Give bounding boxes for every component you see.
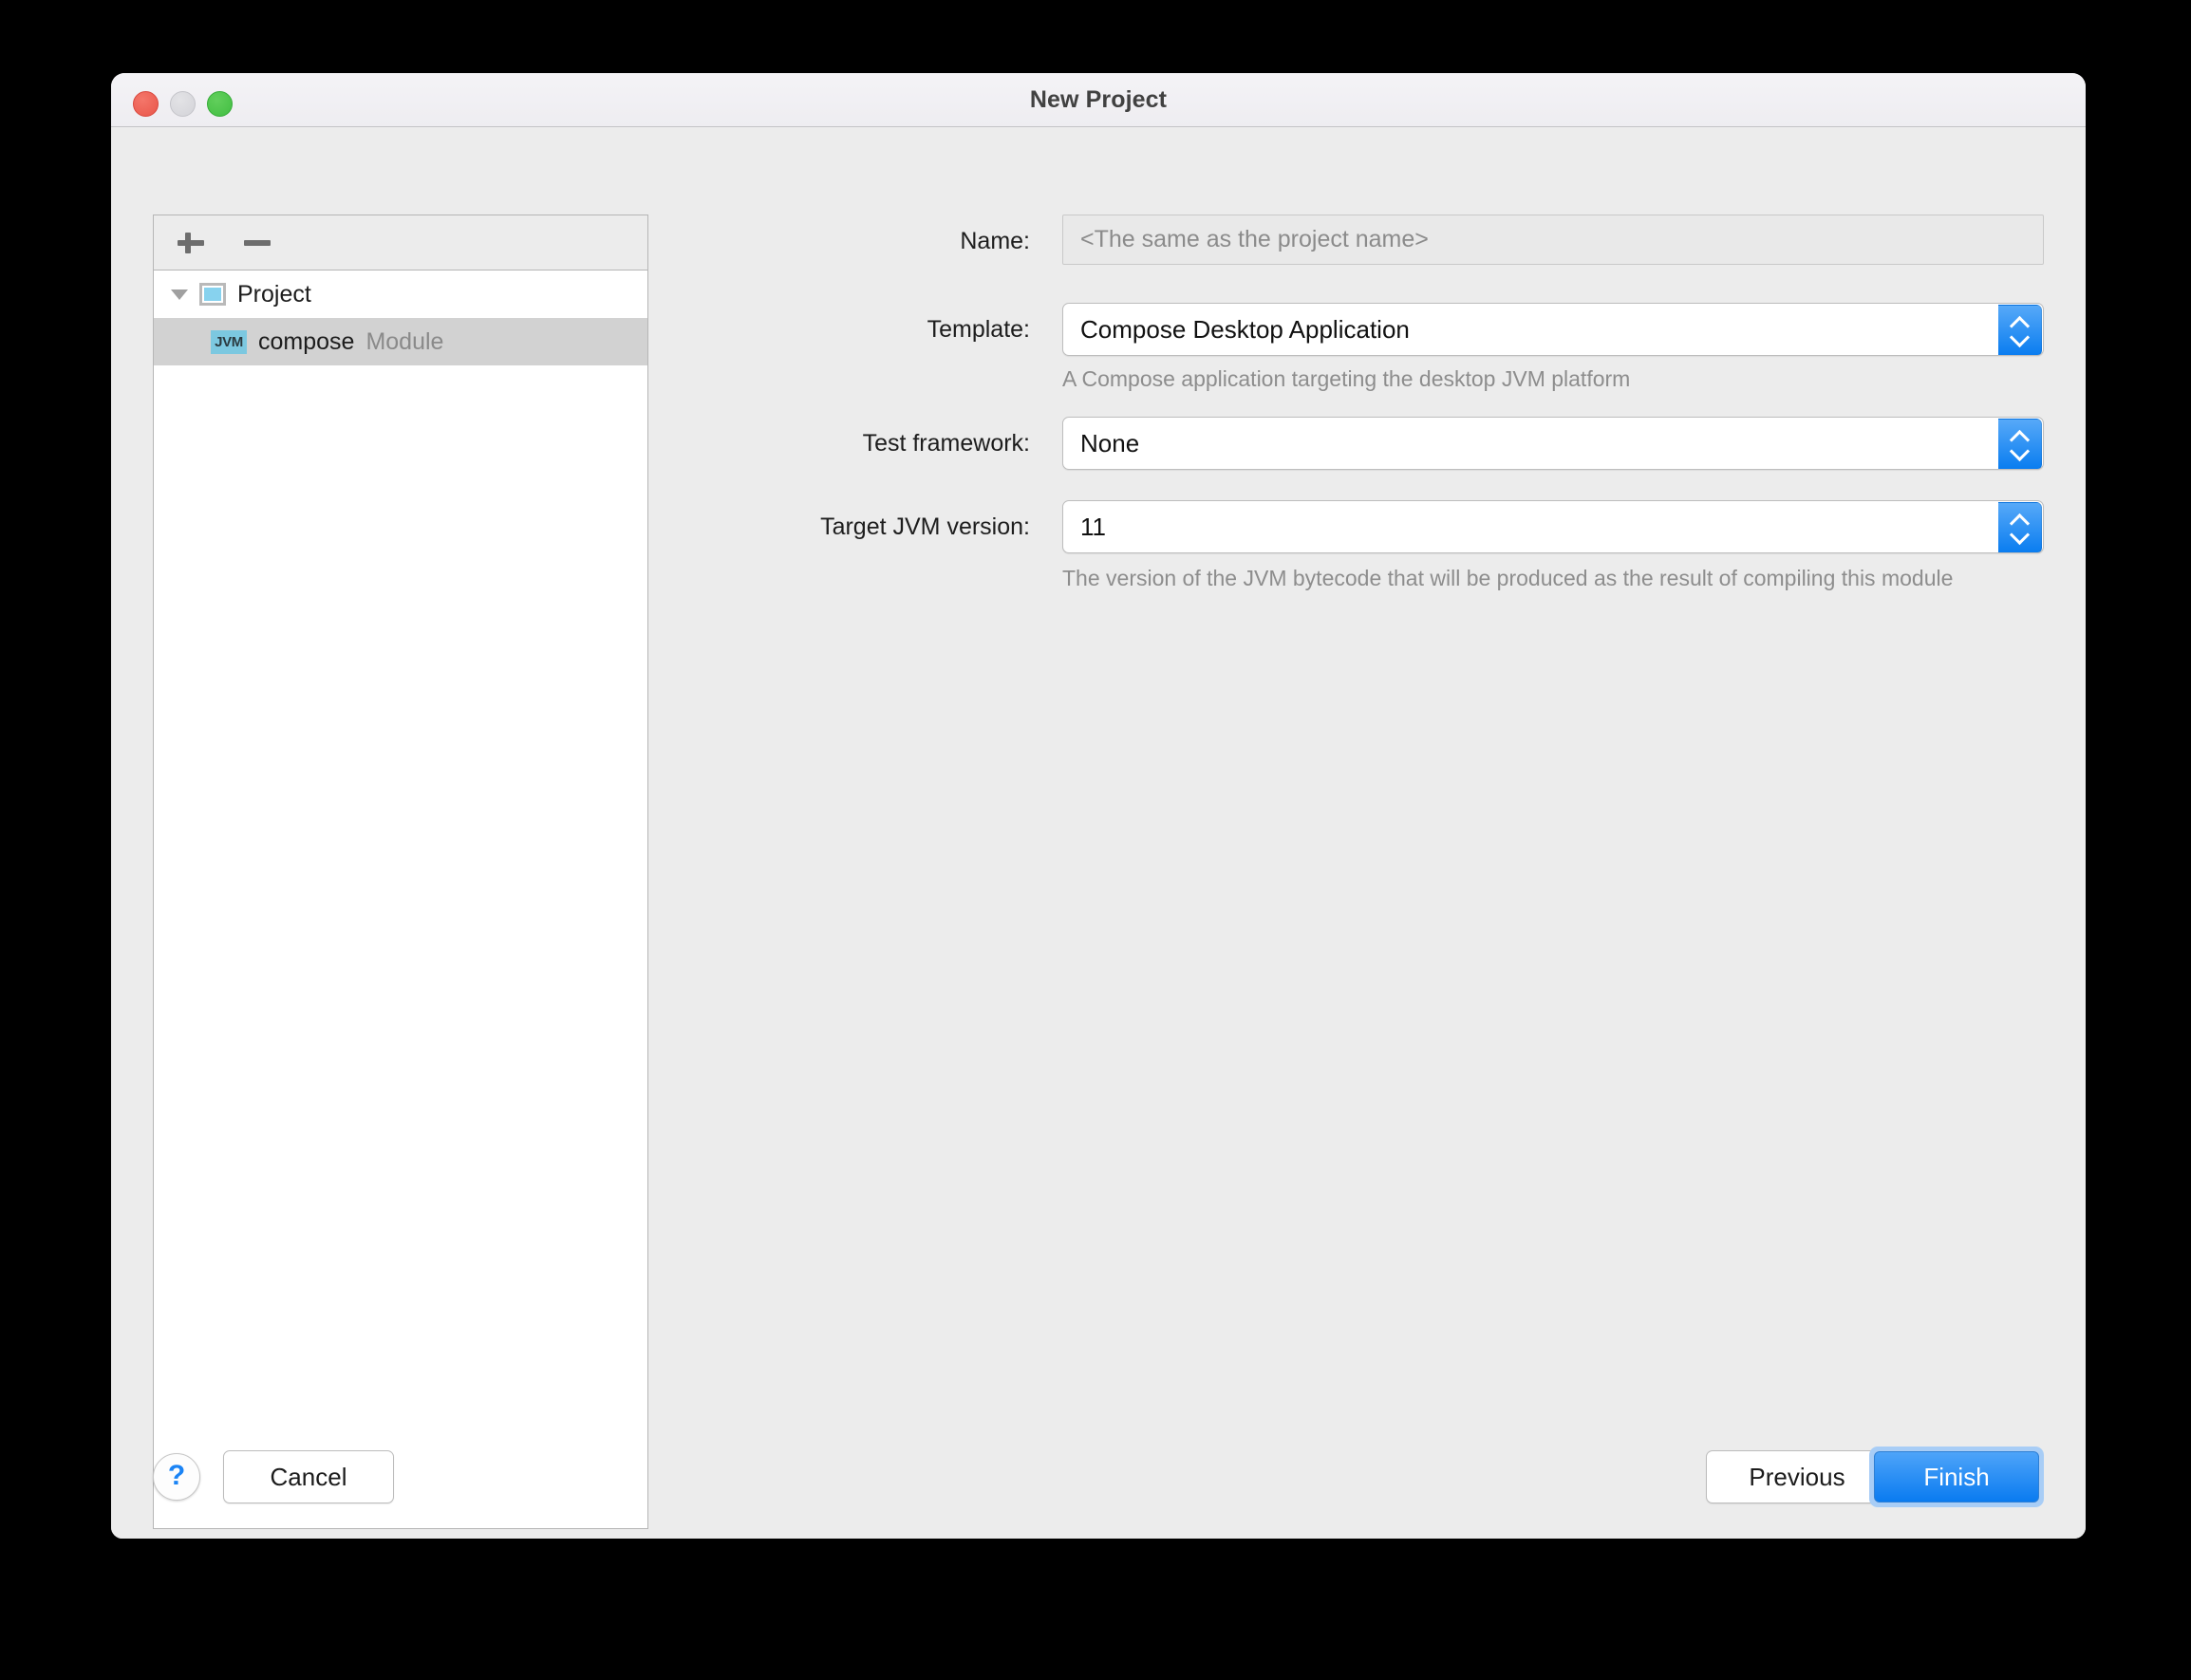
test-framework-select[interactable]: None [1062,417,2044,470]
tree-node-label: Project [237,280,311,308]
template-row: Template: Compose Desktop Application [648,303,2044,356]
finish-button[interactable]: Finish [1869,1447,2044,1507]
help-button[interactable]: ? [153,1453,200,1501]
tree-node-compose[interactable]: JVM compose Module [154,318,647,365]
cancel-button[interactable]: Cancel [223,1450,394,1503]
target-jvm-select[interactable]: 11 [1062,500,2044,553]
template-field-zone: Compose Desktop Application [1062,303,2044,356]
target-jvm-hint: The version of the JVM bytecode that wil… [1062,566,1954,590]
new-project-dialog: New Project Project JVM compose Module N… [111,73,2086,1539]
tree-node-project[interactable]: Project [154,271,647,318]
remove-module-button[interactable] [241,227,273,259]
previous-button[interactable]: Previous [1706,1450,1888,1503]
chevron-down-icon [2011,447,2029,457]
test-framework-field-zone: None [1062,417,2044,470]
target-jvm-selected-value: 11 [1080,513,1106,541]
template-hint: A Compose application targeting the desk… [1062,366,1631,391]
tree-node-label: compose [258,327,355,355]
module-tree-panel: Project JVM compose Module [153,215,648,1529]
target-jvm-label: Target JVM version: [820,513,1030,540]
target-jvm-field-zone: 11 [1062,500,2044,553]
name-row: Name: <The same as the project name> [648,215,2044,268]
chevron-up-icon [2011,318,2029,328]
template-select[interactable]: Compose Desktop Application [1062,303,2044,356]
target-jvm-row: Target JVM version: 11 [648,500,2044,553]
stepper-icon[interactable] [1998,502,2042,552]
module-tree[interactable]: Project JVM compose Module [154,271,647,1528]
template-label: Template: [927,316,1030,343]
chevron-down-icon [2011,531,2029,541]
name-input[interactable]: <The same as the project name> [1062,215,2044,265]
chevron-up-icon [2011,515,2029,526]
test-framework-selected-value: None [1080,429,1140,457]
project-icon [199,283,226,306]
title-bar: New Project [111,73,2086,127]
chevron-up-icon [2011,432,2029,442]
name-field-zone: <The same as the project name> [1062,215,2044,268]
template-selected-value: Compose Desktop Application [1080,315,1410,344]
stepper-icon[interactable] [1998,419,2042,469]
chevron-down-icon[interactable] [167,282,192,307]
stepper-icon[interactable] [1998,305,2042,355]
dialog-body: Project JVM compose Module Name: <The sa… [111,127,2086,1539]
dialog-footer: ? Cancel Previous Finish [111,1434,2086,1539]
jvm-badge-icon: JVM [211,329,247,354]
test-framework-label: Test framework: [862,430,1030,457]
finish-button-label: Finish [1874,1451,2039,1503]
name-label: Name: [960,228,1030,254]
window-title: New Project [1029,86,1168,113]
tree-node-tag: Module [365,327,444,355]
chevron-down-icon [2011,333,2029,344]
add-module-button[interactable] [175,227,207,259]
test-framework-row: Test framework: None [648,417,2044,470]
tree-toolbar [154,215,647,271]
